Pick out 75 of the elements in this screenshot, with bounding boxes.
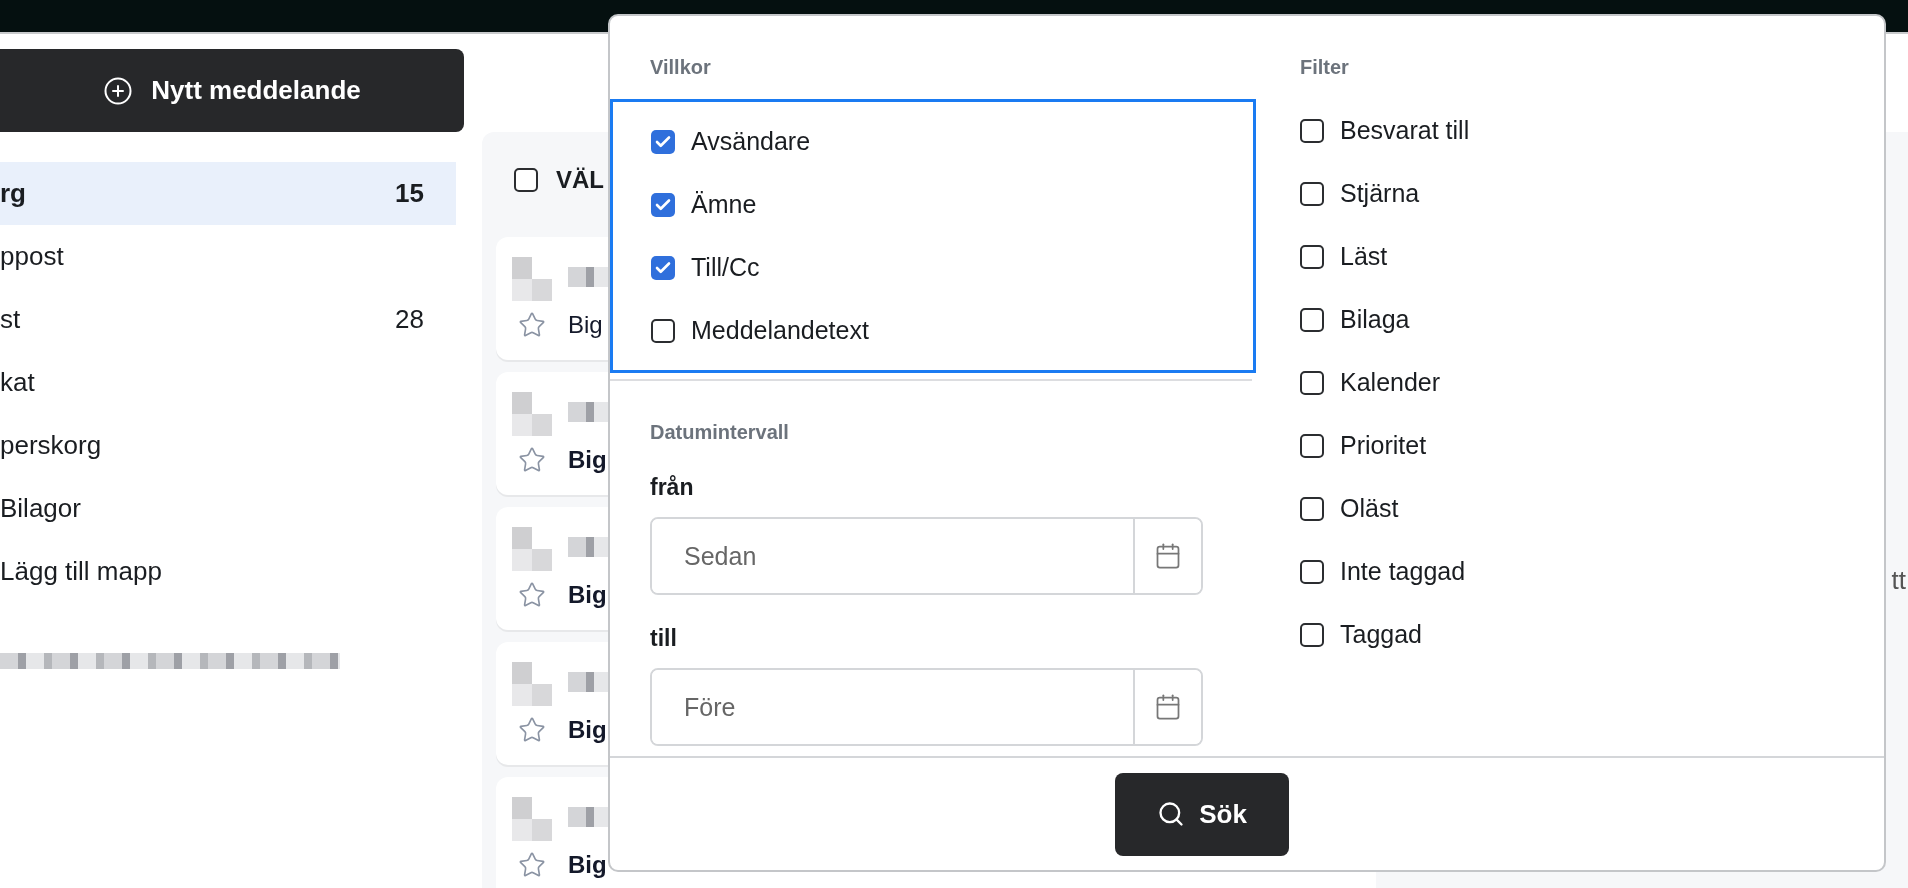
date-field[interactable]: Sedan xyxy=(650,517,1203,595)
checkbox[interactable] xyxy=(1300,433,1324,458)
folder-item[interactable]: rg 15 xyxy=(0,162,456,225)
folder-name: Bilagor xyxy=(0,493,81,524)
plus-circle-icon xyxy=(103,75,134,106)
checkbox[interactable] xyxy=(651,129,675,154)
section-title: Villkor xyxy=(650,56,711,79)
checkbox[interactable] xyxy=(1300,559,1324,584)
calendar-button[interactable] xyxy=(1133,519,1201,593)
folder-name: perskorg xyxy=(0,430,102,461)
option-label: Prioritet xyxy=(1340,431,1427,460)
field-label: från xyxy=(650,474,695,501)
checkbox[interactable] xyxy=(1300,496,1324,521)
option-label: Taggad xyxy=(1340,620,1423,649)
section-title: Filter xyxy=(1300,56,1350,79)
option-label: Till/Cc xyxy=(691,253,760,282)
option-label: Meddelandetext xyxy=(691,316,869,345)
option-label: Oläst xyxy=(1340,494,1399,523)
option-label: Inte taggad xyxy=(1340,557,1466,586)
star-icon[interactable] xyxy=(518,311,546,339)
pane-text: tt xyxy=(1891,564,1907,596)
folder-item[interactable]: ppost xyxy=(0,225,456,288)
checkbox[interactable] xyxy=(1300,370,1324,395)
search-icon xyxy=(1157,800,1186,828)
folder-item[interactable]: Bilagor xyxy=(0,477,456,540)
option-label: Avsändare xyxy=(691,127,811,156)
folder-name: kat xyxy=(0,367,35,398)
message-subject: Big xyxy=(568,851,607,879)
checkbox[interactable] xyxy=(651,255,675,280)
search-button[interactable]: Sök xyxy=(1115,772,1289,856)
message-subject: Big xyxy=(568,446,607,474)
folder-name: rg xyxy=(0,178,26,209)
message-subject: Big xyxy=(568,716,607,744)
star-icon[interactable] xyxy=(518,716,546,744)
calendar-button[interactable] xyxy=(1133,670,1201,744)
avatar-icon xyxy=(512,797,552,841)
message-subject: Big xyxy=(568,311,603,339)
checkbox[interactable] xyxy=(1300,181,1324,206)
section-title: Datumintervall xyxy=(650,421,790,444)
folder-item[interactable]: st 28 xyxy=(0,288,456,351)
folder-count: 28 xyxy=(395,304,424,335)
new-message-button[interactable]: Nytt meddelande xyxy=(0,49,464,132)
folder-name: ppost xyxy=(0,241,64,272)
star-icon[interactable] xyxy=(518,581,546,609)
option-label: Ämne xyxy=(691,190,757,219)
avatar-icon xyxy=(512,527,552,571)
folder-name: st xyxy=(0,304,21,335)
calendar-icon xyxy=(1154,693,1182,721)
checkbox[interactable] xyxy=(651,192,675,217)
star-icon[interactable] xyxy=(518,446,546,474)
checkbox[interactable] xyxy=(1300,307,1324,332)
folder-item[interactable]: perskorg xyxy=(0,414,456,477)
folder-item[interactable]: kat xyxy=(0,351,456,414)
option-label: Stjärna xyxy=(1340,179,1420,208)
calendar-icon xyxy=(1154,542,1182,570)
folder-count: 15 xyxy=(395,178,424,209)
option-label: Besvarat till xyxy=(1340,116,1470,145)
option-label: Läst xyxy=(1340,242,1388,271)
checkbox[interactable] xyxy=(514,167,538,192)
checkbox[interactable] xyxy=(1300,244,1324,269)
avatar-icon xyxy=(512,257,552,301)
option-label: Bilaga xyxy=(1340,305,1410,334)
option-label: Kalender xyxy=(1340,368,1441,397)
checkbox[interactable] xyxy=(1300,622,1324,647)
field-label: till xyxy=(650,625,678,652)
message-subject: Big xyxy=(568,581,607,609)
select-all-label: VÄL xyxy=(556,165,604,194)
star-icon[interactable] xyxy=(518,851,546,879)
checkbox[interactable] xyxy=(1300,118,1324,143)
folder-item[interactable]: Lägg till mapp xyxy=(0,540,456,603)
folder-name: Lägg till mapp xyxy=(0,556,162,587)
avatar-icon xyxy=(512,392,552,436)
avatar-icon xyxy=(512,662,552,706)
checkbox[interactable] xyxy=(651,318,675,343)
date-field[interactable]: Före xyxy=(650,668,1203,746)
